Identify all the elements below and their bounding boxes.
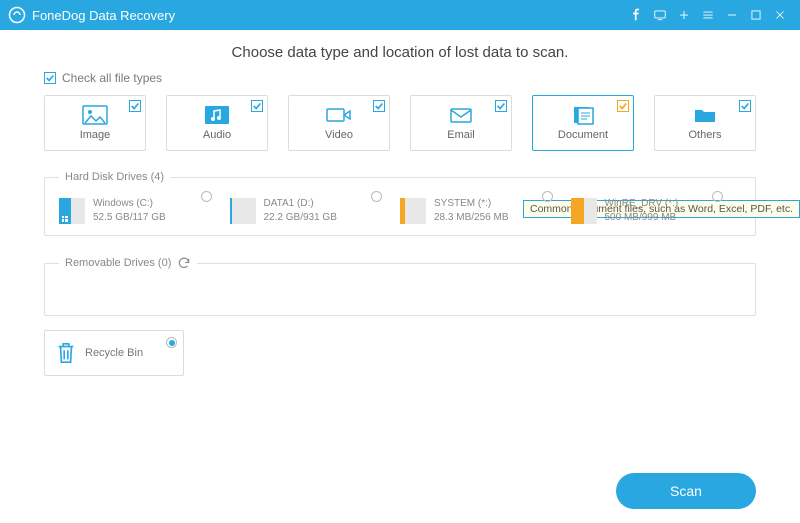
folder-icon	[692, 105, 718, 125]
drive-name: DATA1 (D:)	[264, 197, 337, 211]
hard-disk-section: Hard Disk Drives (4) Windows (C:) 52.5 G…	[44, 171, 756, 236]
checkbox-icon	[373, 100, 385, 112]
titlebar: FoneDog Data Recovery	[0, 0, 800, 30]
radio-icon	[201, 191, 212, 202]
drive-option[interactable]: WinRE_DRV (*:) 500 MB/999 MB	[571, 193, 742, 229]
logo-icon	[8, 6, 26, 24]
drive-name: WinRE_DRV (*:)	[605, 197, 679, 211]
drive-icon	[59, 198, 85, 224]
radio-icon	[371, 191, 382, 202]
trash-icon	[55, 340, 77, 366]
file-type-label: Email	[447, 129, 475, 141]
drive-option[interactable]: DATA1 (D:) 22.2 GB/931 GB	[230, 193, 401, 229]
radio-icon	[712, 191, 723, 202]
refresh-icon[interactable]	[177, 256, 191, 270]
checkbox-icon	[617, 100, 629, 112]
main-content: Choose data type and location of lost da…	[0, 30, 800, 376]
file-type-image[interactable]: Image	[44, 95, 146, 151]
audio-icon	[204, 105, 230, 125]
file-type-grid: Image Audio Video Email Document	[44, 95, 756, 151]
drive-name: Windows (C:)	[93, 197, 166, 211]
file-type-others[interactable]: Others	[654, 95, 756, 151]
drive-info: SYSTEM (*:) 28.3 MB/256 MB	[434, 197, 508, 225]
drive-size: 22.2 GB/931 GB	[264, 211, 337, 225]
file-type-document[interactable]: Document	[532, 95, 634, 151]
drive-icon	[571, 198, 597, 224]
drive-info: Windows (C:) 52.5 GB/117 GB	[93, 197, 166, 225]
file-type-label: Image	[80, 129, 111, 141]
removable-legend: Removable Drives (0)	[59, 256, 197, 270]
drive-size: 28.3 MB/256 MB	[434, 211, 508, 225]
recycle-bin-option[interactable]: Recycle Bin	[44, 330, 184, 376]
email-icon	[448, 105, 474, 125]
drive-icon	[230, 198, 256, 224]
close-button[interactable]	[768, 3, 792, 27]
radio-icon	[542, 191, 553, 202]
drive-info: WinRE_DRV (*:) 500 MB/999 MB	[605, 197, 679, 225]
file-type-label: Others	[688, 129, 721, 141]
file-type-audio[interactable]: Audio	[166, 95, 268, 151]
image-icon	[82, 105, 108, 125]
removable-section: Removable Drives (0)	[44, 256, 756, 316]
file-type-label: Video	[325, 129, 353, 141]
drive-option[interactable]: SYSTEM (*:) 28.3 MB/256 MB	[400, 193, 571, 229]
drive-size: 500 MB/999 MB	[605, 211, 679, 225]
video-icon	[326, 105, 352, 125]
feedback-icon[interactable]	[648, 3, 672, 27]
radio-icon	[166, 337, 177, 348]
menu-icon[interactable]	[696, 3, 720, 27]
facebook-icon[interactable]	[624, 3, 648, 27]
drive-info: DATA1 (D:) 22.2 GB/931 GB	[264, 197, 337, 225]
checkbox-icon	[44, 72, 56, 84]
recycle-bin-label: Recycle Bin	[85, 347, 143, 359]
check-all-file-types[interactable]: Check all file types	[44, 71, 162, 85]
app-logo: FoneDog Data Recovery	[8, 6, 175, 24]
checkbox-icon	[129, 100, 141, 112]
file-type-label: Document	[558, 129, 608, 141]
checkbox-icon	[495, 100, 507, 112]
drive-size: 52.5 GB/117 GB	[93, 211, 166, 225]
drive-option[interactable]: Windows (C:) 52.5 GB/117 GB	[59, 193, 230, 229]
plus-icon[interactable]	[672, 3, 696, 27]
document-icon	[570, 105, 596, 125]
page-heading: Choose data type and location of lost da…	[44, 44, 756, 61]
scan-button[interactable]: Scan	[616, 473, 756, 509]
file-type-video[interactable]: Video	[288, 95, 390, 151]
file-type-label: Audio	[203, 129, 231, 141]
check-all-label: Check all file types	[62, 71, 162, 85]
file-type-email[interactable]: Email	[410, 95, 512, 151]
checkbox-icon	[739, 100, 751, 112]
drive-list: Windows (C:) 52.5 GB/117 GB DATA1 (D:) 2…	[59, 193, 741, 229]
minimize-button[interactable]	[720, 3, 744, 27]
maximize-button[interactable]	[744, 3, 768, 27]
hard-disk-legend: Hard Disk Drives (4)	[59, 171, 170, 183]
checkbox-icon	[251, 100, 263, 112]
drive-icon	[400, 198, 426, 224]
app-title: FoneDog Data Recovery	[32, 8, 175, 23]
drive-name: SYSTEM (*:)	[434, 197, 508, 211]
